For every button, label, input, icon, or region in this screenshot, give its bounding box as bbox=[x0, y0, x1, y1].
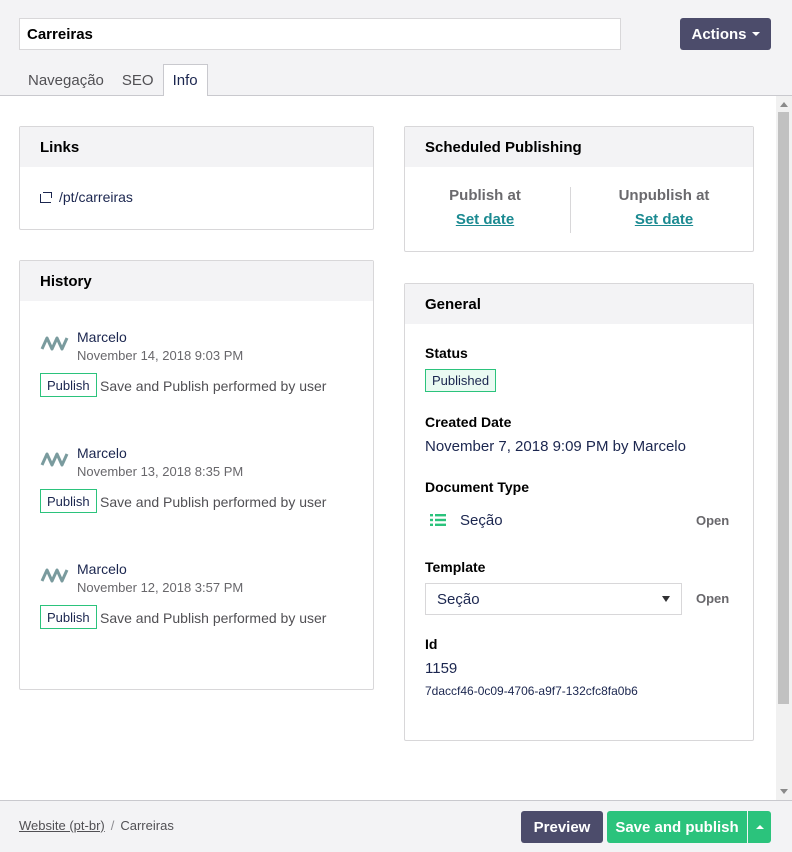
chevron-down-icon bbox=[662, 596, 670, 602]
scrollbar-thumb[interactable] bbox=[778, 112, 789, 704]
history-item: Marcelo November 13, 2018 8:35 PM Publis… bbox=[40, 445, 370, 535]
history-description: Save and Publish performed by user bbox=[100, 378, 327, 394]
breadcrumb-root-link[interactable]: Website (pt-br) bbox=[19, 818, 105, 833]
links-box: Links /pt/carreiras bbox=[19, 126, 374, 230]
caret-down-icon bbox=[751, 32, 760, 36]
unpublish-at-column: Unpublish at Set date bbox=[584, 187, 744, 228]
history-description: Save and Publish performed by user bbox=[100, 610, 327, 626]
status-label: Status bbox=[425, 345, 468, 361]
save-options-button[interactable] bbox=[748, 811, 771, 843]
history-badge: Publish bbox=[40, 373, 97, 397]
external-link-icon bbox=[40, 191, 53, 203]
editor-header: Actions Navegação SEO Info bbox=[0, 0, 792, 97]
breadcrumb-separator: / bbox=[110, 818, 115, 833]
id-label: Id bbox=[425, 636, 438, 652]
scheduled-publishing-box: Scheduled Publishing Publish at Set date… bbox=[404, 126, 754, 252]
general-box: General Status Published Created Date No… bbox=[404, 283, 754, 741]
scroll-up-icon[interactable] bbox=[780, 102, 788, 107]
tab-navegacao[interactable]: Navegação bbox=[19, 64, 113, 96]
scroll-down-icon[interactable] bbox=[780, 789, 788, 794]
document-link[interactable]: /pt/carreiras bbox=[40, 189, 133, 205]
document-link-url: /pt/carreiras bbox=[59, 189, 133, 205]
preview-button[interactable]: Preview bbox=[521, 811, 603, 843]
scheduled-title: Scheduled Publishing bbox=[405, 127, 753, 167]
actions-button[interactable]: Actions bbox=[680, 18, 771, 50]
content-tabs: Navegação SEO Info bbox=[19, 64, 208, 97]
tab-info[interactable]: Info bbox=[162, 64, 208, 97]
history-badge: Publish bbox=[40, 605, 97, 629]
document-key-value: 7daccf46-0c09-4706-a9f7-132cfc8fa0b6 bbox=[425, 684, 638, 698]
breadcrumb: Website (pt-br) / Carreiras bbox=[19, 818, 174, 833]
status-badge: Published bbox=[425, 369, 497, 392]
template-open-link[interactable]: Open bbox=[696, 591, 729, 606]
publish-set-date-link[interactable]: Set date bbox=[456, 211, 514, 228]
history-user: Marcelo bbox=[77, 445, 127, 461]
tab-seo[interactable]: SEO bbox=[113, 64, 163, 96]
actions-button-label: Actions bbox=[691, 25, 747, 43]
save-and-publish-button[interactable]: Save and publish bbox=[607, 811, 747, 843]
history-date: November 13, 2018 8:35 PM bbox=[77, 464, 244, 479]
template-select-value: Seção bbox=[437, 590, 480, 608]
template-label: Template bbox=[425, 559, 486, 575]
breadcrumb-current: Carreiras bbox=[120, 818, 174, 833]
template-select[interactable]: Seção bbox=[425, 583, 682, 615]
avatar-icon bbox=[40, 568, 69, 583]
publish-at-column: Publish at Set date bbox=[405, 187, 565, 228]
history-title: History bbox=[20, 261, 373, 301]
document-type-open-link[interactable]: Open bbox=[696, 513, 729, 528]
id-value: 1159 bbox=[425, 660, 458, 677]
document-name-input[interactable] bbox=[19, 18, 621, 50]
history-item: Marcelo November 14, 2018 9:03 PM Publis… bbox=[40, 329, 370, 419]
history-item: Marcelo November 12, 2018 3:57 PM Publis… bbox=[40, 561, 370, 651]
history-user: Marcelo bbox=[77, 561, 127, 577]
document-type-value: Seção bbox=[460, 512, 503, 529]
list-icon bbox=[430, 514, 446, 526]
history-date: November 14, 2018 9:03 PM bbox=[77, 348, 244, 363]
unpublish-set-date-link[interactable]: Set date bbox=[635, 211, 693, 228]
info-content: Links /pt/carreiras History Marcelo Nove… bbox=[0, 96, 776, 800]
history-description: Save and Publish performed by user bbox=[100, 494, 327, 510]
document-type-label: Document Type bbox=[425, 479, 529, 495]
publish-at-label: Publish at bbox=[449, 187, 521, 204]
history-user: Marcelo bbox=[77, 329, 127, 345]
created-date-value: November 7, 2018 9:09 PM by Marcelo bbox=[425, 438, 686, 455]
avatar-icon bbox=[40, 452, 69, 467]
editor-footer: Website (pt-br) / Carreiras Preview Save… bbox=[0, 800, 792, 852]
history-badge: Publish bbox=[40, 489, 97, 513]
content-scrollbar[interactable] bbox=[776, 96, 792, 800]
general-title: General bbox=[405, 284, 753, 324]
created-date-label: Created Date bbox=[425, 414, 512, 430]
avatar-icon bbox=[40, 336, 69, 351]
history-box: History Marcelo November 14, 2018 9:03 P… bbox=[19, 260, 374, 690]
caret-up-icon bbox=[755, 825, 764, 829]
unpublish-at-label: Unpublish at bbox=[618, 187, 710, 204]
history-date: November 12, 2018 3:57 PM bbox=[77, 580, 244, 595]
scheduled-divider bbox=[570, 187, 571, 233]
links-title: Links bbox=[20, 127, 373, 167]
